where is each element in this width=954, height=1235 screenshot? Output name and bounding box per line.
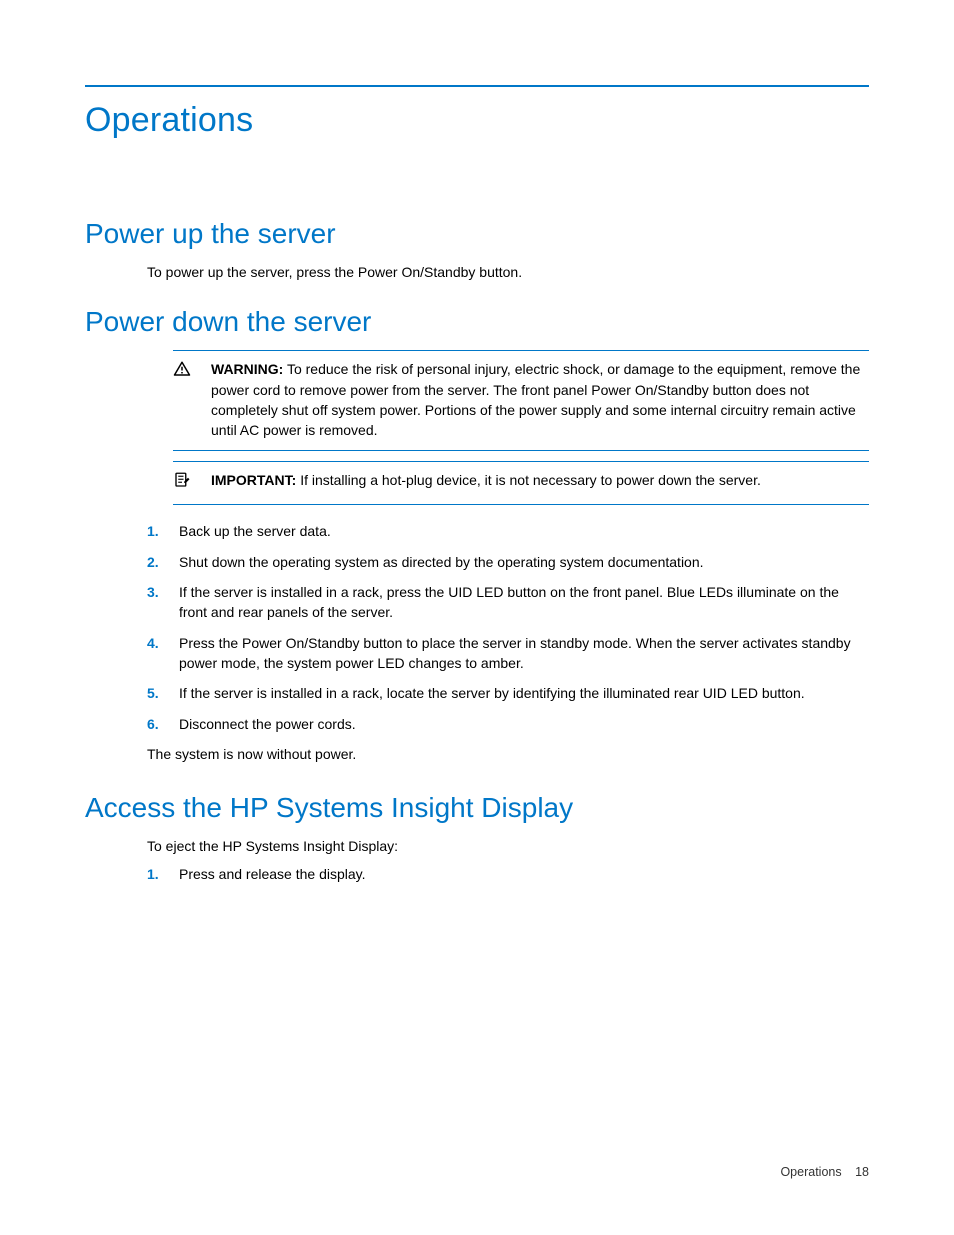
step-text: If the server is installed in a rack, pr… bbox=[179, 582, 869, 623]
footer-page-number: 18 bbox=[855, 1165, 869, 1179]
power-down-after: The system is now without power. bbox=[147, 744, 869, 764]
list-item: 1. Back up the server data. bbox=[147, 521, 869, 541]
warning-text: To reduce the risk of personal injury, e… bbox=[211, 361, 860, 438]
step-text: Back up the server data. bbox=[179, 521, 331, 541]
callouts: WARNING: To reduce the risk of personal … bbox=[173, 350, 869, 505]
important-label: IMPORTANT: bbox=[211, 472, 296, 488]
warning-body: WARNING: To reduce the risk of personal … bbox=[211, 359, 869, 440]
note-icon bbox=[173, 470, 193, 494]
step-number: 6. bbox=[147, 714, 165, 734]
step-number: 1. bbox=[147, 521, 165, 541]
step-number: 2. bbox=[147, 552, 165, 572]
list-item: 5. If the server is installed in a rack, … bbox=[147, 683, 869, 703]
step-text: Disconnect the power cords. bbox=[179, 714, 356, 734]
important-callout: IMPORTANT: If installing a hot-plug devi… bbox=[173, 461, 869, 505]
power-up-body: To power up the server, press the Power … bbox=[147, 262, 869, 282]
list-item: 6. Disconnect the power cords. bbox=[147, 714, 869, 734]
insight-body: To eject the HP Systems Insight Display: bbox=[147, 836, 869, 856]
step-number: 5. bbox=[147, 683, 165, 703]
page-title: Operations bbox=[85, 101, 869, 140]
page-footer: Operations 18 bbox=[780, 1165, 869, 1179]
warning-icon bbox=[173, 359, 193, 440]
step-text: If the server is installed in a rack, lo… bbox=[179, 683, 805, 703]
step-text: Press the Power On/Standby button to pla… bbox=[179, 633, 869, 674]
insight-steps: 1. Press and release the display. bbox=[147, 864, 869, 884]
step-number: 3. bbox=[147, 582, 165, 623]
power-down-steps: 1. Back up the server data. 2. Shut down t… bbox=[147, 521, 869, 733]
important-text: If installing a hot-plug device, it is n… bbox=[300, 472, 761, 488]
heading-power-down: Power down the server bbox=[85, 306, 869, 338]
footer-section: Operations bbox=[780, 1165, 841, 1179]
step-text: Press and release the display. bbox=[179, 864, 366, 884]
step-number: 4. bbox=[147, 633, 165, 674]
warning-callout: WARNING: To reduce the risk of personal … bbox=[173, 350, 869, 451]
heading-power-up: Power up the server bbox=[85, 218, 869, 250]
warning-label: WARNING: bbox=[211, 361, 283, 377]
important-body: IMPORTANT: If installing a hot-plug devi… bbox=[211, 470, 869, 494]
step-text: Shut down the operating system as direct… bbox=[179, 552, 704, 572]
heading-insight: Access the HP Systems Insight Display bbox=[85, 792, 869, 824]
step-number: 1. bbox=[147, 864, 165, 884]
top-rule bbox=[85, 85, 869, 87]
list-item: 1. Press and release the display. bbox=[147, 864, 869, 884]
list-item: 4. Press the Power On/Standby button to p… bbox=[147, 633, 869, 674]
list-item: 3. If the server is installed in a rack, … bbox=[147, 582, 869, 623]
document-page: Operations Power up the server To power … bbox=[0, 0, 954, 1235]
list-item: 2. Shut down the operating system as dire… bbox=[147, 552, 869, 572]
